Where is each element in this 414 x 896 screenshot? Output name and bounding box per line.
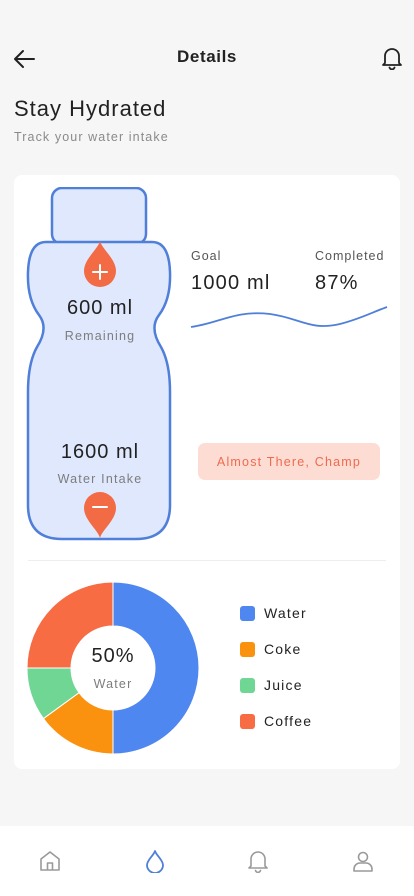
legend-swatch xyxy=(240,677,255,693)
plus-drop-icon xyxy=(84,241,116,287)
donut-center-value: 50% xyxy=(91,645,135,667)
page-title: Details xyxy=(177,47,237,66)
user-icon xyxy=(353,851,373,872)
legend-swatch xyxy=(240,713,255,729)
completed-label: Completed xyxy=(315,249,385,263)
legend-item-water: Water xyxy=(240,603,307,623)
legend-label: Coffee xyxy=(264,713,313,729)
hydration-card: 600 ml Remaining 1600 ml Water Intake Go… xyxy=(14,175,400,769)
tab-water[interactable] xyxy=(140,846,170,876)
remaining-label: Remaining xyxy=(64,329,136,343)
legend-label: Coke xyxy=(264,641,302,657)
motivation-button[interactable]: Almost There, Champ xyxy=(198,443,380,480)
legend-item-coffee: Coffee xyxy=(240,711,312,731)
progress-wave xyxy=(190,306,388,328)
tab-profile[interactable] xyxy=(348,846,378,876)
legend-label: Water xyxy=(264,605,307,621)
goal-value: 1000 ml xyxy=(191,272,271,294)
donut-chart xyxy=(26,581,200,755)
tab-home[interactable] xyxy=(35,846,65,876)
legend-swatch xyxy=(240,641,255,657)
home-icon xyxy=(40,851,60,871)
water-intake-label: Water Intake xyxy=(57,472,143,486)
donut-slice-water xyxy=(112,581,200,755)
remaining-amount: 600 ml xyxy=(66,297,134,319)
notifications-button[interactable] xyxy=(378,44,406,72)
add-water-button[interactable] xyxy=(83,240,117,288)
legend-label: Juice xyxy=(264,677,303,693)
goal-label: Goal xyxy=(191,249,222,263)
remove-water-button[interactable] xyxy=(83,491,117,539)
section-subheading: Track your water intake xyxy=(14,130,169,144)
completed-value: 87% xyxy=(315,272,359,294)
water-drop-icon xyxy=(146,850,164,873)
minus-drop-icon xyxy=(84,492,116,538)
bottle-cap xyxy=(50,187,148,246)
legend-swatch xyxy=(240,605,255,621)
legend-item-juice: Juice xyxy=(240,675,303,695)
divider xyxy=(28,560,386,561)
donut-center-label: Water xyxy=(93,677,133,691)
legend-item-coke: Coke xyxy=(240,639,301,659)
tab-notifications[interactable] xyxy=(243,846,273,876)
water-intake-amount: 1600 ml xyxy=(60,441,140,463)
section-heading: Stay Hydrated xyxy=(14,96,167,121)
bottom-tab-bar xyxy=(0,826,414,896)
bell-icon xyxy=(248,851,268,873)
bell-icon xyxy=(382,48,402,70)
